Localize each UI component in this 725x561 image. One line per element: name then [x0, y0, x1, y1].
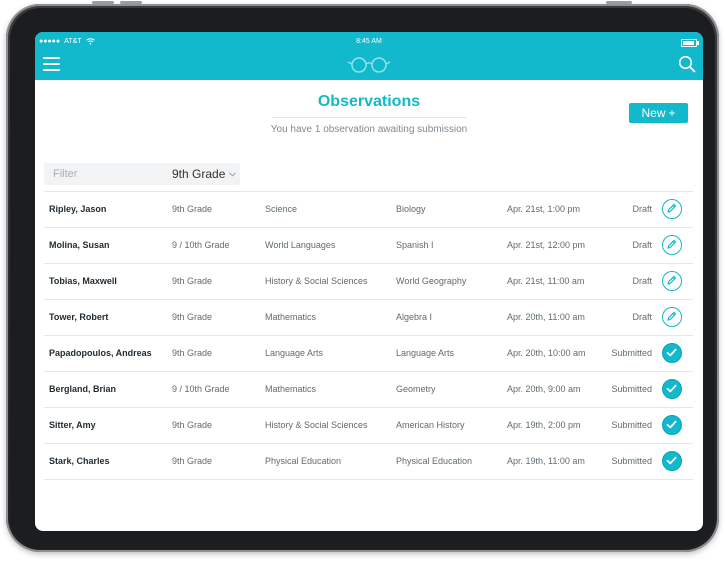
teacher-name: Stark, Charles	[49, 456, 110, 466]
course-cell: Geometry	[396, 384, 436, 394]
date-cell: Apr. 21st, 1:00 pm	[507, 204, 581, 214]
teacher-name: Papadopoulos, Andreas	[49, 348, 152, 358]
grade-cell: 9 / 10th Grade	[172, 240, 230, 250]
teacher-name: Tobias, Maxwell	[49, 276, 117, 286]
grade-dropdown[interactable]: 9th Grade	[172, 163, 237, 185]
date-cell: Apr. 19th, 2:00 pm	[507, 420, 581, 430]
status-cell: Draft	[632, 204, 652, 214]
chevron-down-icon	[229, 171, 237, 177]
course-cell: Biology	[396, 204, 426, 214]
subject-cell: Physical Education	[265, 456, 342, 466]
search-icon[interactable]	[678, 55, 696, 73]
subject-cell: World Languages	[265, 240, 336, 250]
filter-bar: 9th Grade	[44, 163, 240, 185]
status-cell: Submitted	[611, 456, 652, 466]
edit-pencil-icon[interactable]	[662, 307, 682, 327]
date-cell: Apr. 21st, 11:00 am	[507, 276, 585, 286]
table-row[interactable]: Ripley, Jason 9th Grade Science Biology …	[44, 192, 693, 228]
date-cell: Apr. 20th, 9:00 am	[507, 384, 581, 394]
submitted-check-icon[interactable]	[662, 451, 682, 471]
power-button	[606, 1, 632, 4]
grade-cell: 9th Grade	[172, 276, 213, 286]
subject-cell: Mathematics	[265, 384, 317, 394]
status-cell: Draft	[632, 240, 652, 250]
course-cell: Language Arts	[396, 348, 455, 358]
course-cell: American History	[396, 420, 465, 430]
new-observation-button[interactable]: New +	[629, 103, 688, 123]
subject-cell: Science	[265, 204, 298, 214]
date-cell: Apr. 20th, 10:00 am	[507, 348, 586, 358]
glasses-icon	[347, 57, 391, 73]
grade-cell: 9th Grade	[172, 456, 213, 466]
table-row[interactable]: Papadopoulos, Andreas 9th Grade Language…	[44, 336, 693, 372]
volume-button	[120, 1, 142, 4]
table-row[interactable]: Sitter, Amy 9th Grade History & Social S…	[44, 408, 693, 444]
course-cell: Physical Education	[396, 456, 473, 466]
table-row[interactable]: Bergland, Brian 9 / 10th Grade Mathemati…	[44, 372, 693, 408]
hamburger-menu-icon[interactable]	[43, 57, 60, 71]
page-title: Observations	[317, 93, 421, 110]
subject-cell: History & Social Sciences	[265, 420, 368, 430]
edit-pencil-icon[interactable]	[662, 235, 682, 255]
subject-cell: Mathematics	[265, 312, 317, 322]
status-cell: Draft	[632, 312, 652, 322]
grade-cell: 9th Grade	[172, 204, 213, 214]
filter-input[interactable]	[44, 163, 154, 185]
grade-cell: 9th Grade	[172, 348, 213, 358]
volume-button	[92, 1, 114, 4]
subject-cell: Language Arts	[265, 348, 324, 358]
grade-cell: 9 / 10th Grade	[172, 384, 230, 394]
course-cell: Spanish I	[396, 240, 434, 250]
title-divider	[272, 117, 466, 118]
status-time: 8:45 AM	[356, 38, 382, 45]
status-bar: ●●●●● AT&T 8:45 AM	[35, 38, 703, 50]
table-row[interactable]: Stark, Charles 9th Grade Physical Educat…	[44, 444, 693, 480]
teacher-name: Sitter, Amy	[49, 420, 96, 430]
status-cell: Submitted	[611, 348, 652, 358]
subject-cell: History & Social Sciences	[265, 276, 368, 286]
status-cell: Submitted	[611, 384, 652, 394]
grade-dropdown-value: 9th Grade	[172, 167, 226, 181]
table-row[interactable]: Molina, Susan 9 / 10th Grade World Langu…	[44, 228, 693, 264]
new-button-label: New	[641, 106, 666, 120]
grade-cell: 9th Grade	[172, 312, 213, 322]
teacher-name: Ripley, Jason	[49, 204, 107, 214]
date-cell: Apr. 21st, 12:00 pm	[507, 240, 586, 250]
app-header: ●●●●● AT&T 8:45 AM	[35, 32, 703, 80]
status-cell: Submitted	[611, 420, 652, 430]
tablet-frame: ●●●●● AT&T 8:45 AM Observations You have…	[6, 1, 719, 552]
submitted-check-icon[interactable]	[662, 379, 682, 399]
submitted-check-icon[interactable]	[662, 415, 682, 435]
submitted-check-icon[interactable]	[662, 343, 682, 363]
observations-table: Ripley, Jason 9th Grade Science Biology …	[44, 191, 693, 480]
table-row[interactable]: Tower, Robert 9th Grade Mathematics Alge…	[44, 300, 693, 336]
course-cell: World Geography	[396, 276, 467, 286]
edit-pencil-icon[interactable]	[662, 199, 682, 219]
course-cell: Algebra I	[396, 312, 433, 322]
teacher-name: Molina, Susan	[49, 240, 110, 250]
app-screen: ●●●●● AT&T 8:45 AM Observations You have…	[35, 32, 703, 531]
teacher-name: Tower, Robert	[49, 312, 109, 322]
date-cell: Apr. 20th, 11:00 am	[507, 312, 585, 322]
date-cell: Apr. 19th, 11:00 am	[507, 456, 585, 466]
teacher-name: Bergland, Brian	[49, 384, 117, 394]
page-subtitle: You have 1 observation awaiting submissi…	[270, 124, 468, 135]
table-row[interactable]: Tobias, Maxwell 9th Grade History & Soci…	[44, 264, 693, 300]
grade-cell: 9th Grade	[172, 420, 213, 430]
battery-icon	[681, 39, 699, 47]
plus-icon: +	[668, 106, 676, 120]
edit-pencil-icon[interactable]	[662, 271, 682, 291]
status-cell: Draft	[632, 276, 652, 286]
